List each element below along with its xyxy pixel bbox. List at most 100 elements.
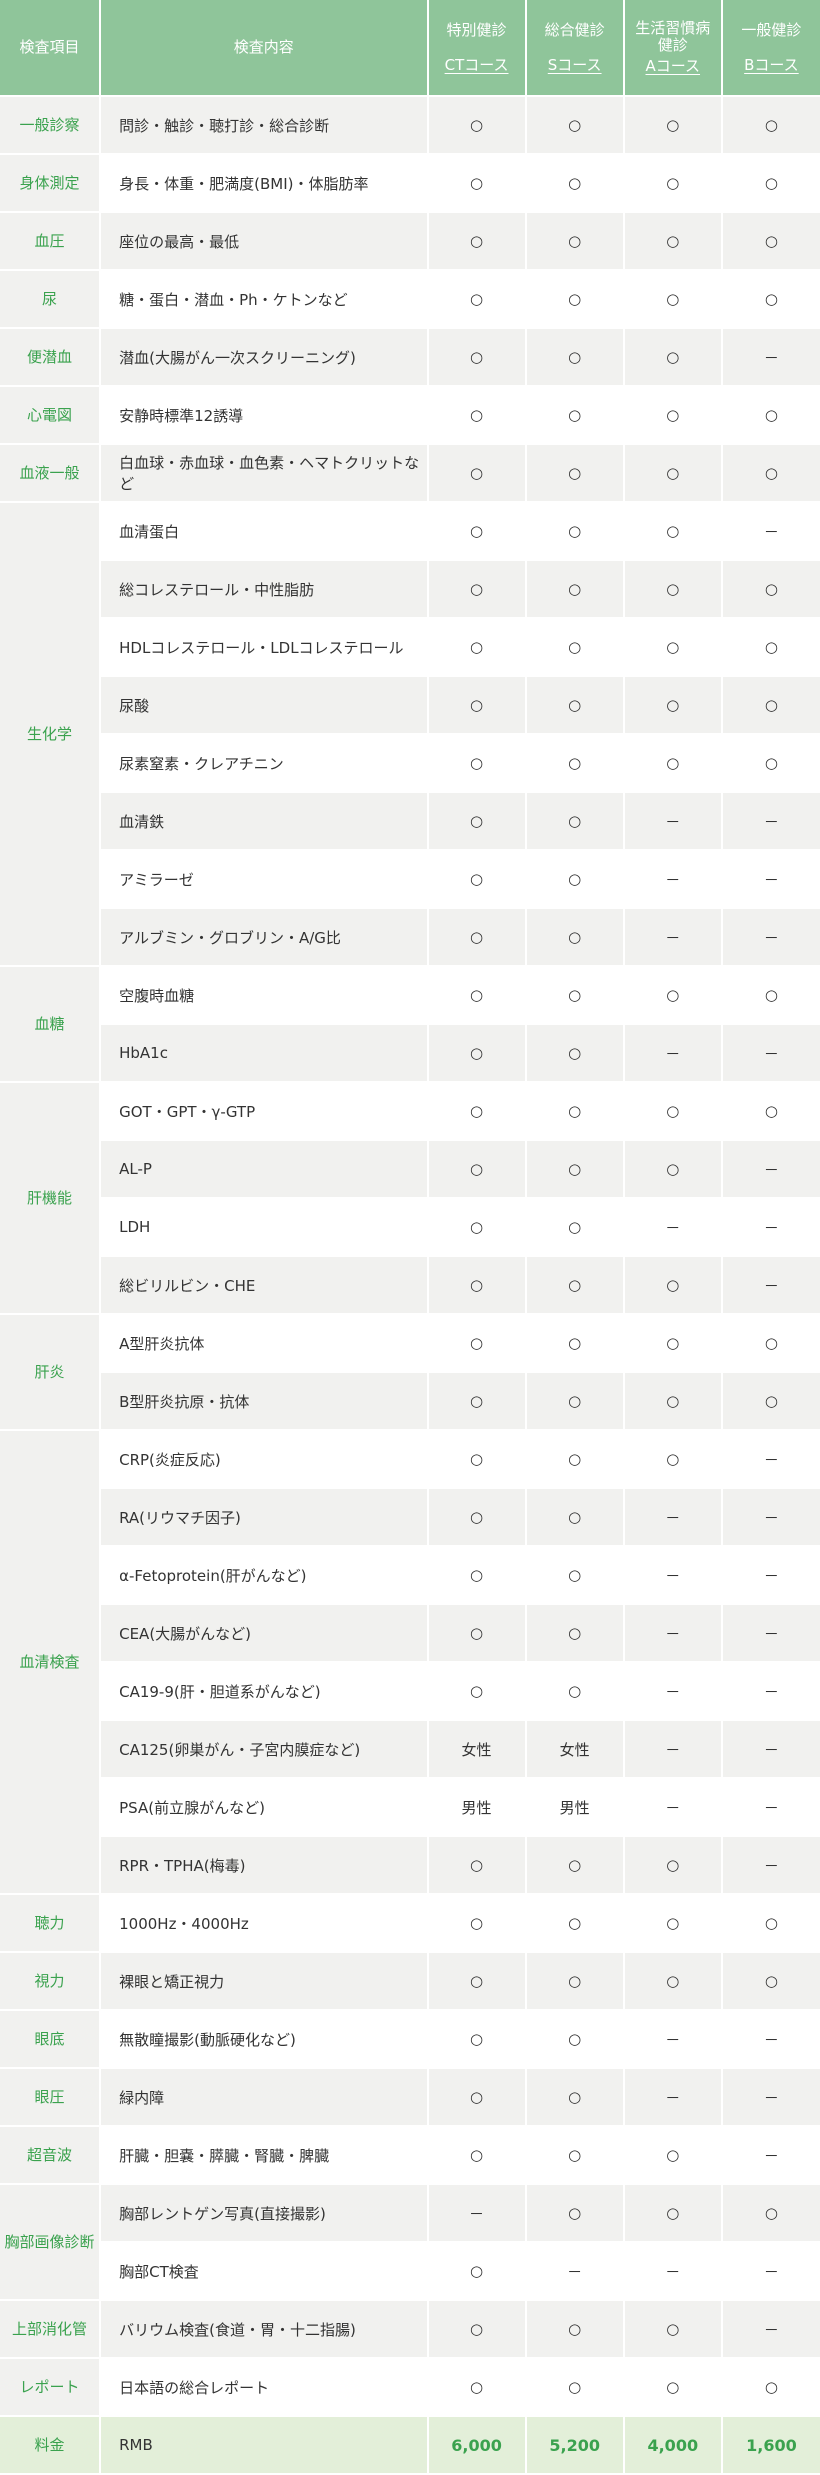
price-b: 1,600 (721, 2416, 820, 2475)
course-name: 生活習慣病健診 (635, 19, 711, 54)
exam-item-cell: 胸部CT検査 (100, 2242, 429, 2301)
course-mark-cell: － (721, 908, 820, 967)
header-category: 検査項目 (0, 0, 102, 97)
category-cell: 血清検査 (0, 1430, 102, 1895)
table-row: 総コレステロール・中性脂肪 ○ ○ ○ ○ (0, 560, 820, 619)
course-mark-cell: － (427, 2184, 527, 2243)
course-mark-cell: ○ (525, 1894, 625, 1953)
course-mark-cell: ○ (525, 444, 625, 503)
course-mark-cell: ○ (427, 1314, 527, 1373)
course-mark-cell: ○ (525, 1140, 625, 1199)
category-cell: 胸部画像診断 (0, 2184, 102, 2301)
exam-item-cell: RPR・TPHA(梅毒) (100, 1836, 429, 1895)
course-mark-cell: ○ (427, 1198, 527, 1257)
table-row: 心電図 安静時標準12誘導 ○ ○ ○ ○ (0, 386, 820, 445)
course-mark-cell: － (721, 1604, 820, 1663)
header-course-a: 生活習慣病健診 Aコース (623, 0, 723, 97)
course-mark-cell: － (721, 1546, 820, 1605)
table-row: 上部消化管 バリウム検査(食道・胃・十二指腸) ○ ○ ○ － (0, 2300, 820, 2359)
course-mark-cell: － (721, 1778, 820, 1837)
category-cell: 眼底 (0, 2010, 102, 2069)
category-cell: 身体測定 (0, 154, 102, 213)
course-mark-cell: － (721, 1140, 820, 1199)
table-row: 胸部CT検査 ○ －－－ (0, 2242, 820, 2301)
category-cell: 血液一般 (0, 444, 102, 503)
course-mark-cell: ○ (427, 734, 527, 793)
course-mark-cell: ○ (525, 1836, 625, 1895)
table-row: 肝炎 A型肝炎抗体 ○ ○ ○ ○ (0, 1314, 820, 1431)
course-mark-cell: ○ (623, 560, 723, 619)
course-mark-cell: ○ (427, 1430, 527, 1489)
course-mark-cell: ○ (525, 734, 625, 793)
table-body: 一般診察 問診・触診・聴打診・総合診断 ○ ○ ○ ○ 身体測定 身長・体重・肥満度(BMI)… (0, 96, 820, 2475)
course-link-ct[interactable]: CTコース (429, 56, 525, 74)
course-mark-cell: 女性 (525, 1720, 625, 1779)
course-link-b[interactable]: Bコース (723, 56, 820, 74)
header-course-b: 一般健診 Bコース (721, 0, 820, 97)
course-mark-cell: ○ (623, 966, 723, 1025)
table-header-row: 検査項目 検査内容 特別健診 CTコース 総合健診 Sコース 生活習慣病健診 A… (0, 0, 820, 97)
course-mark-cell: ○ (525, 1952, 625, 2011)
exam-item-cell: 尿素窒素・クレアチニン (100, 734, 429, 793)
course-mark-cell: ○ (721, 2184, 820, 2243)
course-mark-cell: ○ (427, 328, 527, 387)
exam-item-cell: 糖・蛋白・潜血・Ph・ケトンなど (100, 270, 429, 329)
course-mark-cell: ○ (525, 2358, 625, 2417)
course-mark-cell: ○ (623, 96, 723, 155)
course-mark-cell: ○ (525, 1488, 625, 1547)
course-mark-cell: － (623, 1024, 723, 1083)
table-row: RA(リウマチ因子) ○ ○ －－ (0, 1488, 820, 1547)
table-row: 便潜血 潜血(大腸がん一次スクリーニング) ○ ○ ○ － (0, 328, 820, 387)
course-mark-cell: ○ (427, 1372, 527, 1431)
table-row: 一般診察 問診・触診・聴打診・総合診断 ○ ○ ○ ○ (0, 96, 820, 155)
course-link-s[interactable]: Sコース (527, 56, 623, 74)
table-row: 眼底 無散瞳撮影(動脈硬化など) ○ ○ －－ (0, 2010, 820, 2069)
course-mark-cell: － (721, 1024, 820, 1083)
course-mark-cell: － (721, 1256, 820, 1315)
course-mark-cell: ○ (525, 96, 625, 155)
category-cell: 超音波 (0, 2126, 102, 2185)
course-mark-cell: ○ (427, 792, 527, 851)
course-mark-cell: － (623, 850, 723, 909)
table-row: α-Fetoprotein(肝がんなど) ○ ○ －－ (0, 1546, 820, 1605)
exam-item-cell: α-Fetoprotein(肝がんなど) (100, 1546, 429, 1605)
course-mark-cell: ○ (427, 96, 527, 155)
table-row: CEA(大腸がんなど) ○ ○ －－ (0, 1604, 820, 1663)
exam-item-cell: 裸眼と矯正視力 (100, 1952, 429, 2011)
price-row: 料金 RMB 6,000 5,200 4,000 1,600 (0, 2416, 820, 2475)
course-mark-cell: ○ (427, 1546, 527, 1605)
table-row: 眼圧 緑内障 ○ ○ －－ (0, 2068, 820, 2127)
course-mark-cell: 男性 (525, 1778, 625, 1837)
table-row: HDLコレステロール・LDLコレステロール ○ ○ ○ ○ (0, 618, 820, 677)
course-mark-cell: ○ (721, 96, 820, 155)
course-mark-cell: － (721, 2010, 820, 2069)
table-row: 血清検査 CRP(炎症反応) ○ ○ ○ － (0, 1430, 820, 1895)
course-mark-cell: － (721, 2300, 820, 2359)
course-mark-cell: － (721, 2126, 820, 2185)
course-mark-cell: ○ (427, 2242, 527, 2301)
course-mark-cell: ○ (427, 1256, 527, 1315)
course-mark-cell: － (623, 1488, 723, 1547)
course-mark-cell: ○ (525, 212, 625, 271)
exam-item-cell: CA125(卵巣がん・子宮内膜症など) (100, 1720, 429, 1779)
course-mark-cell: 男性 (427, 1778, 527, 1837)
category-cell: 肝炎 (0, 1314, 102, 1431)
course-mark-cell: ○ (427, 270, 527, 329)
course-mark-cell: ○ (623, 154, 723, 213)
course-mark-cell: ○ (525, 1662, 625, 1721)
table-row: CA19-9(肝・胆道系がんなど) ○ ○ －－ (0, 1662, 820, 1721)
course-mark-cell: － (623, 1198, 723, 1257)
exam-item-cell: 空腹時血糖 (100, 966, 429, 1025)
course-mark-cell: ○ (623, 212, 723, 271)
course-mark-cell: ○ (623, 734, 723, 793)
course-mark-cell: ○ (721, 1952, 820, 2011)
course-mark-cell: ○ (427, 2358, 527, 2417)
course-mark-cell: ○ (721, 560, 820, 619)
course-mark-cell: ○ (525, 560, 625, 619)
header-content: 検査内容 (100, 0, 429, 97)
course-mark-cell: － (721, 1836, 820, 1895)
course-mark-cell: ○ (525, 1082, 625, 1141)
exam-item-cell: 身長・体重・肥満度(BMI)・体脂肪率 (100, 154, 429, 213)
course-link-a[interactable]: Aコース (625, 58, 721, 75)
checkup-course-table: 検査項目 検査内容 特別健診 CTコース 総合健診 Sコース 生活習慣病健診 A… (0, 0, 820, 2475)
